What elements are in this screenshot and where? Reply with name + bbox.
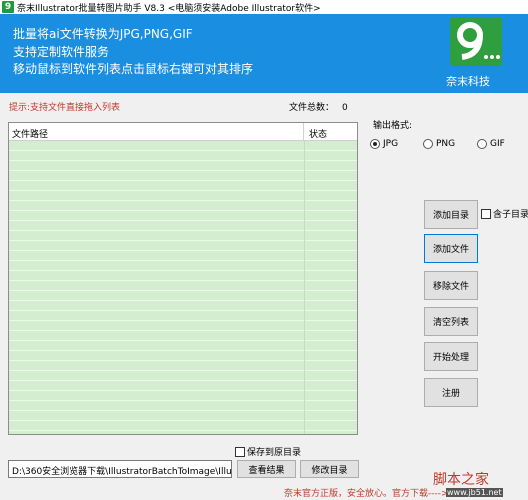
file-list-rows[interactable]: [9, 141, 357, 434]
radio-png-indicator[interactable]: [423, 139, 433, 149]
save-to-original-checkbox[interactable]: 保存到原目录: [235, 445, 301, 458]
header-banner: 批量将ai文件转换为JPG,PNG,GIF 支持定制软件服务 移动鼠标到软件列表…: [0, 14, 528, 93]
radio-gif-label: GIF: [490, 139, 505, 149]
title-bar: 9 奈末Illustrator批量转图片助手 V8.3 <电脑须安装Adobe …: [0, 0, 528, 14]
add-file-button[interactable]: 添加文件: [424, 234, 478, 263]
remove-file-button[interactable]: 移除文件: [424, 271, 478, 300]
include-subdir-box[interactable]: [481, 208, 491, 219]
modify-directory-button[interactable]: 修改目录: [300, 460, 359, 478]
include-subdir-checkbox[interactable]: 含子目录: [481, 207, 528, 220]
file-count-label: 文件总数：: [289, 103, 335, 113]
watermark-logo: 脚本之家: [433, 472, 489, 488]
radio-gif-indicator[interactable]: [477, 139, 487, 149]
output-path-field[interactable]: D:\360安全浏览器下载\IllustratorBatchToImage\Il…: [8, 460, 232, 478]
column-header-path[interactable]: 文件路径: [9, 123, 304, 140]
window-title: 奈末Illustrator批量转图片助手 V8.3 <电脑须安装Adobe Il…: [17, 3, 321, 14]
watermark-url: www.jb51.net: [446, 488, 503, 497]
include-subdir-label: 含子目录: [493, 210, 528, 220]
register-button[interactable]: 注册: [424, 378, 478, 407]
save-to-original-box[interactable]: [235, 446, 245, 457]
column-divider: [304, 141, 305, 434]
add-directory-button[interactable]: 添加目录: [424, 200, 478, 229]
column-header-status[interactable]: 状态: [304, 123, 357, 140]
file-count: 文件总数： 0: [289, 100, 348, 113]
radio-jpg-label: JPG: [383, 139, 399, 149]
file-count-value: 0: [342, 103, 348, 113]
radio-gif[interactable]: GIF: [477, 139, 505, 149]
start-processing-button[interactable]: 开始处理: [424, 342, 478, 371]
company-name: 奈末科技: [446, 75, 490, 88]
app-icon: 9: [2, 1, 14, 13]
clear-list-button[interactable]: 清空列表: [424, 307, 478, 336]
radio-jpg-indicator[interactable]: [370, 139, 380, 149]
banner-line-3: 移动鼠标到软件列表点击鼠标右键可对其排序: [13, 62, 254, 76]
view-results-button[interactable]: 查看结果: [237, 460, 296, 478]
file-list-header: 文件路径 状态: [9, 123, 357, 141]
file-list[interactable]: 文件路径 状态: [8, 122, 358, 435]
radio-jpg[interactable]: JPG: [370, 139, 398, 149]
company-logo: [450, 17, 502, 66]
banner-line-1: 批量将ai文件转换为JPG,PNG,GIF: [13, 27, 193, 41]
radio-png-label: PNG: [436, 139, 456, 149]
save-to-original-label: 保存到原目录: [247, 448, 302, 458]
banner-line-2: 支持定制软件服务: [13, 45, 110, 59]
drag-hint: 提示:支持文件直接拖入列表: [9, 103, 121, 113]
official-download-link[interactable]: 奈末官方正版，安全放心。官方下载---->>: [284, 486, 456, 499]
output-format-label: 输出格式:: [373, 121, 413, 131]
radio-png[interactable]: PNG: [423, 139, 455, 149]
